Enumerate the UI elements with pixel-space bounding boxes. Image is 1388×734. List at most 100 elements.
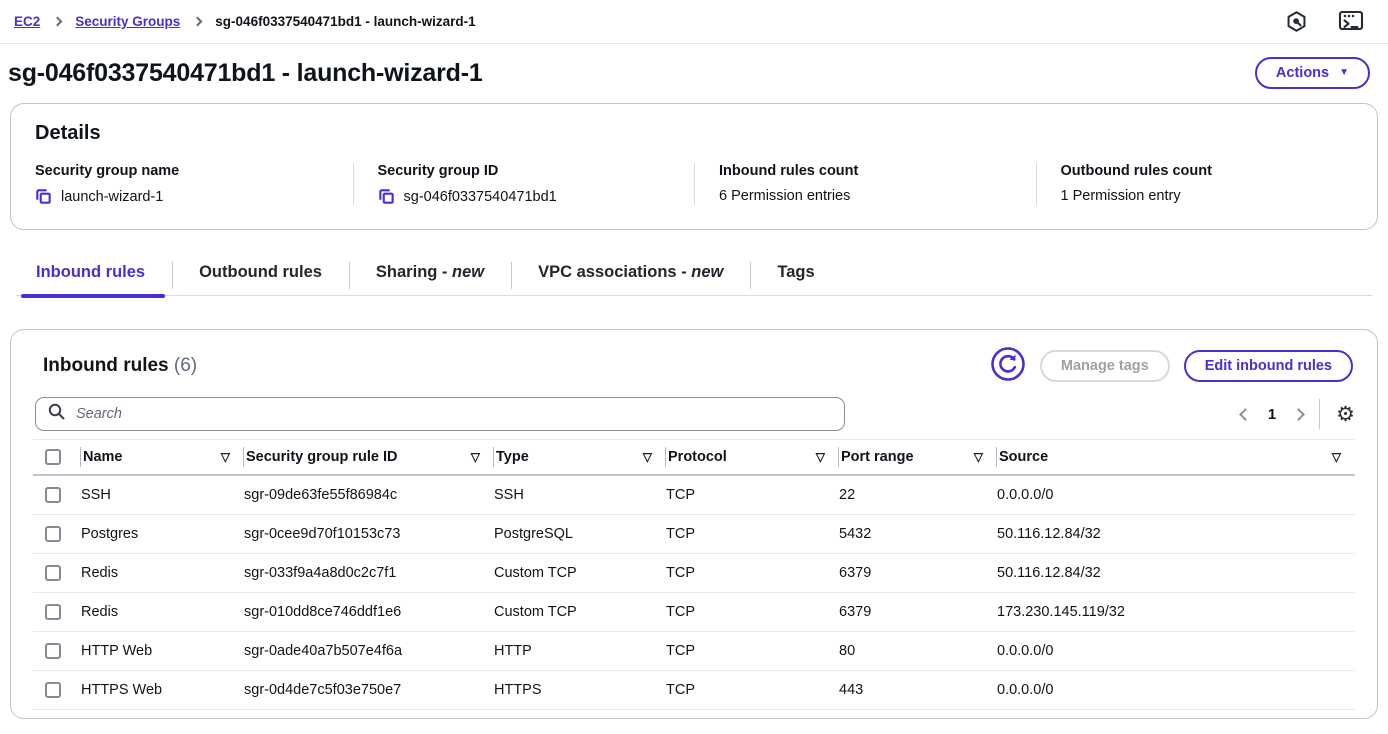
search-input[interactable] — [74, 405, 832, 423]
column-label: Security group rule ID — [246, 449, 397, 465]
inbound-rules-panel: Inbound rules (6) Manage tags Edit inbou… — [10, 329, 1378, 719]
details-card: Details Security group name launch-wizar… — [10, 103, 1378, 230]
cell-port-range: 5432 — [839, 526, 997, 542]
detail-label: Outbound rules count — [1061, 163, 1354, 179]
cell-port-range: 80 — [839, 643, 997, 659]
topbar-icons — [1285, 10, 1364, 33]
settings-gear-icon[interactable]: ⚙ — [1336, 404, 1355, 425]
panel-header: Inbound rules (6) Manage tags Edit inbou… — [33, 344, 1355, 385]
search-box — [35, 397, 845, 431]
cell-type: Custom TCP — [494, 565, 666, 581]
filter-icon[interactable]: ▽ — [221, 450, 230, 464]
cell-type: HTTP — [494, 643, 666, 659]
amazon-q-icon[interactable] — [1285, 10, 1308, 33]
header-select-all — [33, 440, 81, 474]
search-icon — [48, 403, 65, 425]
caret-down-icon: ▼ — [1339, 68, 1349, 78]
row-checkbox[interactable] — [45, 604, 61, 620]
breadcrumb-link-security-groups[interactable]: Security Groups — [75, 14, 180, 29]
manage-tags-label: Manage tags — [1061, 358, 1149, 374]
row-checkbox[interactable] — [45, 487, 61, 503]
cell-name: HTTP Web — [81, 643, 244, 659]
details-heading: Details — [11, 122, 1377, 145]
refresh-icon — [990, 346, 1026, 385]
tab-label: Outbound rules — [199, 263, 322, 281]
select-all-checkbox[interactable] — [45, 449, 61, 465]
column-label: Source — [999, 449, 1048, 465]
cell-port-range: 443 — [839, 682, 997, 698]
tab-bar: Inbound rules Outbound rules Sharing - n… — [16, 257, 1372, 296]
detail-value: launch-wizard-1 — [61, 189, 163, 205]
next-page-icon[interactable] — [1292, 408, 1305, 421]
cell-port-range: 6379 — [839, 565, 997, 581]
tab-label: Sharing - — [376, 263, 452, 281]
manage-tags-button[interactable]: Manage tags — [1040, 350, 1170, 382]
breadcrumb-current: sg-046f0337540471bd1 - launch-wizard-1 — [215, 14, 475, 29]
tab-tags[interactable]: Tags — [750, 257, 841, 295]
detail-security-group-name: Security group name launch-wizard-1 — [11, 163, 353, 205]
cell-port-range: 6379 — [839, 604, 997, 620]
row-checkbox[interactable] — [45, 526, 61, 542]
cell-port-range: 22 — [839, 487, 997, 503]
edit-inbound-rules-button[interactable]: Edit inbound rules — [1184, 350, 1353, 382]
detail-label: Security group name — [35, 163, 329, 179]
detail-outbound-rules-count: Outbound rules count 1 Permission entry — [1036, 163, 1378, 205]
page-header: sg-046f0337540471bd1 - launch-wizard-1 A… — [0, 44, 1388, 103]
table-row: SSH sgr-09de63fe55f86984c SSH TCP 22 0.0… — [33, 476, 1355, 515]
pagination: 1 ⚙ — [1241, 399, 1355, 429]
cell-source: 0.0.0.0/0 — [997, 643, 1355, 659]
table-header-row: Name ▽ Security group rule ID ▽ Type ▽ P… — [33, 439, 1355, 476]
filter-icon[interactable]: ▽ — [974, 450, 983, 464]
tab-vpc-associations[interactable]: VPC associations - new — [511, 257, 750, 295]
cell-type: PostgreSQL — [494, 526, 666, 542]
tab-inbound-rules[interactable]: Inbound rules — [20, 257, 172, 295]
filter-icon[interactable]: ▽ — [1332, 450, 1341, 464]
cell-rule-id: sgr-010dd8ce746ddf1e6 — [244, 604, 494, 620]
filter-icon[interactable]: ▽ — [816, 450, 825, 464]
column-label: Type — [496, 449, 529, 465]
detail-value: 1 Permission entry — [1061, 188, 1181, 204]
detail-value: 6 Permission entries — [719, 188, 850, 204]
tab-new-badge: new — [452, 263, 484, 281]
column-header-type: Type ▽ — [494, 440, 666, 474]
toolbar-divider — [1319, 399, 1320, 429]
column-header-port-range: Port range ▽ — [839, 440, 997, 474]
row-checkbox[interactable] — [45, 565, 61, 581]
panel-count: (6) — [174, 355, 197, 376]
details-grid: Security group name launch-wizard-1 Secu… — [11, 163, 1377, 205]
tab-outbound-rules[interactable]: Outbound rules — [172, 257, 349, 295]
cell-protocol: TCP — [666, 526, 839, 542]
row-checkbox[interactable] — [45, 682, 61, 698]
detail-inbound-rules-count: Inbound rules count 6 Permission entries — [694, 163, 1036, 205]
cell-protocol: TCP — [666, 565, 839, 581]
cell-protocol: TCP — [666, 643, 839, 659]
actions-button[interactable]: Actions ▼ — [1255, 57, 1370, 89]
refresh-button[interactable] — [990, 346, 1026, 385]
detail-label: Inbound rules count — [719, 163, 1012, 179]
cloudshell-icon[interactable] — [1338, 10, 1364, 33]
cell-name: HTTPS Web — [81, 682, 244, 698]
column-header-protocol: Protocol ▽ — [666, 440, 839, 474]
cell-type: SSH — [494, 487, 666, 503]
breadcrumb-link-ec2[interactable]: EC2 — [14, 14, 40, 29]
filter-icon[interactable]: ▽ — [643, 450, 652, 464]
filter-icon[interactable]: ▽ — [471, 450, 480, 464]
panel-title: Inbound rules (6) — [43, 355, 197, 377]
cell-rule-id: sgr-033f9a4a8d0c2c7f1 — [244, 565, 494, 581]
breadcrumb-separator-icon — [193, 17, 203, 27]
column-label: Name — [83, 449, 123, 465]
detail-security-group-id: Security group ID sg-046f0337540471bd1 — [353, 163, 695, 205]
copy-icon[interactable] — [378, 188, 395, 205]
tab-sharing[interactable]: Sharing - new — [349, 257, 511, 295]
cell-name: Postgres — [81, 526, 244, 542]
table-row: Postgres sgr-0cee9d70f10153c73 PostgreSQ… — [33, 515, 1355, 554]
previous-page-icon[interactable] — [1239, 408, 1252, 421]
page-number[interactable]: 1 — [1266, 406, 1278, 423]
cell-name: Redis — [81, 565, 244, 581]
detail-value: sg-046f0337540471bd1 — [404, 189, 557, 205]
cell-source: 50.116.12.84/32 — [997, 526, 1355, 542]
copy-icon[interactable] — [35, 188, 52, 205]
row-checkbox[interactable] — [45, 643, 61, 659]
cell-name: SSH — [81, 487, 244, 503]
cell-name: Redis — [81, 604, 244, 620]
